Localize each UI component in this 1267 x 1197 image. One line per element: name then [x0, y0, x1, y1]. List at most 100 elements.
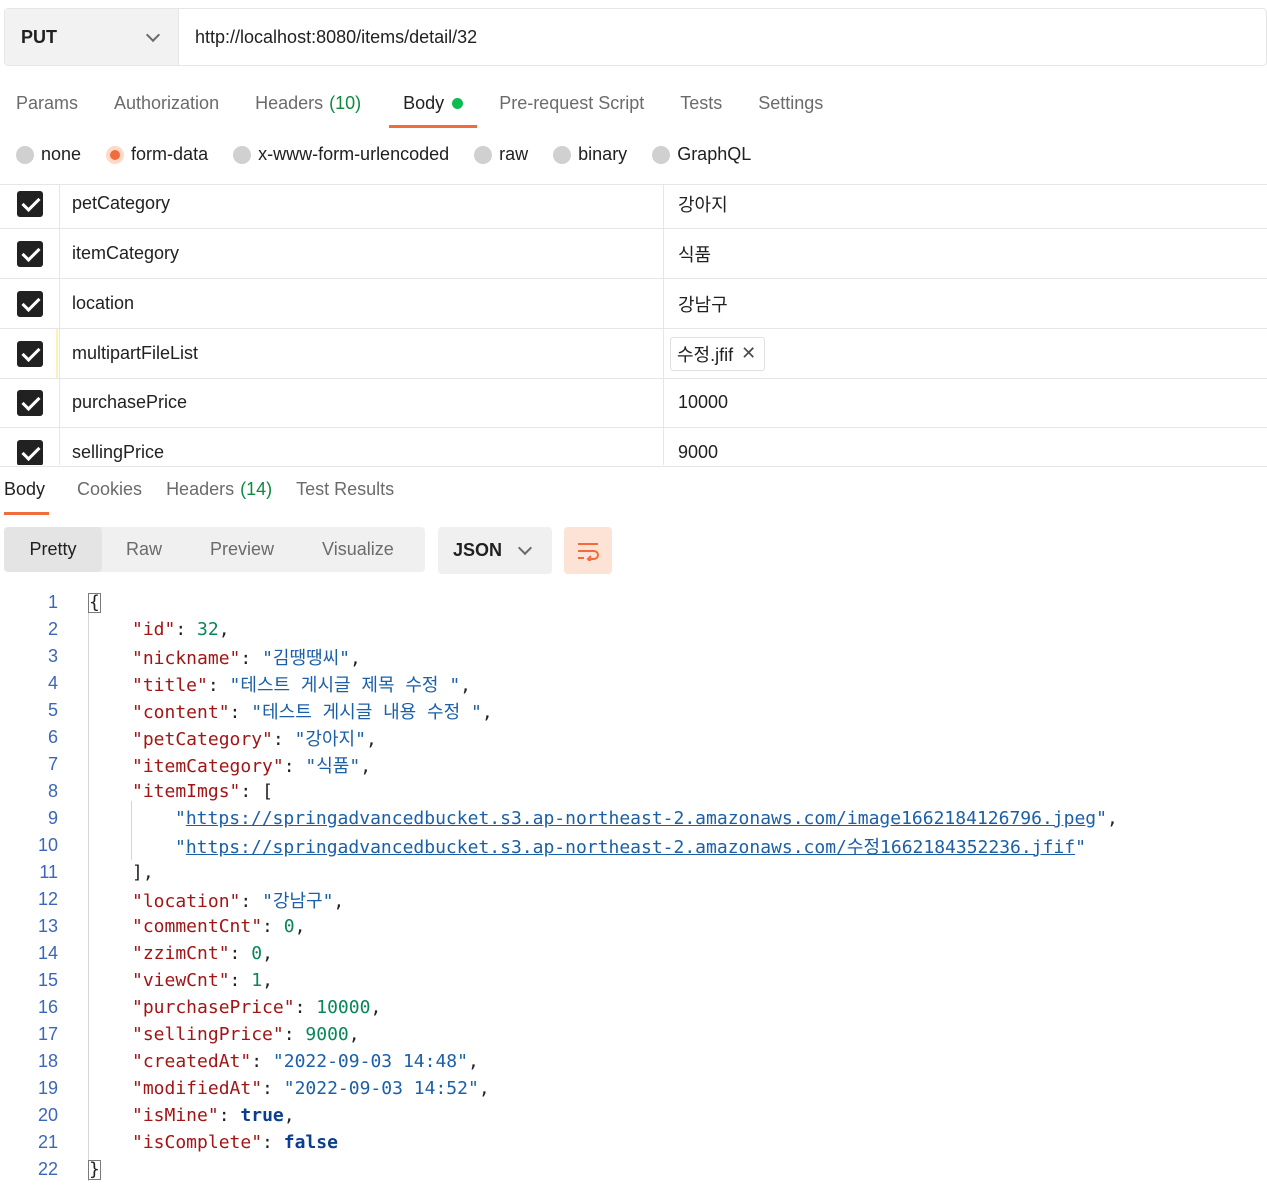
view-pretty[interactable]: Pretty	[4, 527, 102, 572]
view-visualize[interactable]: Visualize	[298, 527, 418, 572]
json-key: "viewCnt"	[132, 970, 230, 991]
line-number: 3	[47, 646, 58, 666]
value-cell: 수정.jfif ✕	[664, 329, 1267, 378]
file-chip[interactable]: 수정.jfif ✕	[670, 336, 766, 371]
code-line: 11],	[0, 859, 153, 886]
row-checkbox[interactable]	[0, 229, 60, 278]
wrap-lines-icon	[578, 542, 599, 561]
table-row: sellingPrice 9000	[0, 428, 1267, 465]
chevron-down-icon	[517, 540, 533, 556]
code-line: 5 "content": "테스트 게시글 내용 수정 ",	[0, 697, 493, 724]
line-number: 18	[37, 1051, 58, 1071]
json-brace: }	[88, 1159, 101, 1180]
table-row: multipartFileList 수정.jfif ✕	[0, 329, 1267, 379]
tab-tests[interactable]: Tests	[664, 84, 738, 122]
radio-x-www-form-urlencoded[interactable]: x-www-form-urlencoded	[233, 144, 449, 165]
radio-graphql[interactable]: GraphQL	[652, 144, 751, 165]
line-number: 21	[37, 1132, 58, 1152]
row-checkbox[interactable]	[0, 329, 60, 378]
json-key: "purchasePrice"	[132, 997, 295, 1018]
code-line: 6 "petCategory": "강아지",	[0, 724, 377, 751]
tab-authorization[interactable]: Authorization	[98, 84, 235, 122]
tab-label: Test Results	[296, 478, 395, 499]
line-number: 15	[37, 970, 58, 990]
tab-cookies[interactable]: Cookies	[65, 467, 154, 511]
radio-label: binary	[578, 144, 628, 164]
url-input[interactable]: http://localhost:8080/items/detail/32	[179, 9, 477, 65]
close-icon[interactable]: ✕	[741, 343, 756, 364]
line-number: 17	[37, 1024, 58, 1044]
row-checkbox[interactable]	[0, 279, 60, 328]
radio-label: raw	[499, 144, 529, 164]
key-cell[interactable]: sellingPrice	[60, 428, 664, 465]
value-cell[interactable]: 강아지	[664, 185, 1267, 228]
json-key: "modifiedAt"	[132, 1078, 263, 1099]
key-cell[interactable]: location	[60, 279, 664, 328]
json-key: "isComplete"	[132, 1132, 263, 1153]
table-row: itemCategory 식품	[0, 229, 1267, 279]
key-cell[interactable]: petCategory	[60, 185, 664, 228]
json-key: "location"	[132, 890, 241, 912]
json-string: "김땡땡씨"	[262, 647, 350, 669]
radio-label: none	[41, 144, 82, 164]
code-line: 21 "isComplete": false	[0, 1129, 338, 1156]
method-label: PUT	[21, 26, 57, 47]
image-url-link[interactable]: https://springadvancedbucket.s3.ap-north…	[186, 837, 1075, 858]
tab-response-body[interactable]: Body	[0, 467, 57, 515]
view-raw[interactable]: Raw	[102, 527, 186, 572]
value-cell[interactable]: 9000	[664, 428, 1267, 465]
radio-icon	[474, 145, 493, 164]
code-line: 10 "https://springadvancedbucket.s3.ap-no…	[0, 832, 1086, 859]
language-select[interactable]: JSON	[438, 527, 552, 574]
code-line: 4 "title": "테스트 게시글 제목 수정 ",	[0, 670, 471, 697]
line-number: 11	[39, 862, 58, 882]
view-preview[interactable]: Preview	[186, 527, 298, 572]
body-status-dot-icon	[452, 97, 464, 109]
row-checkbox[interactable]	[0, 428, 60, 465]
line-number: 19	[37, 1078, 58, 1098]
image-url-link[interactable]: https://springadvancedbucket.s3.ap-north…	[186, 808, 1096, 829]
tab-label: Body	[4, 478, 46, 499]
line-number: 5	[47, 700, 58, 720]
value-cell[interactable]: 10000	[664, 378, 1267, 427]
value-cell[interactable]: 식품	[664, 229, 1267, 278]
line-number: 10	[37, 835, 58, 855]
json-key: "createdAt"	[132, 1051, 252, 1072]
json-key: "sellingPrice"	[132, 1024, 284, 1045]
wrap-lines-button[interactable]	[564, 527, 612, 574]
tab-params[interactable]: Params	[0, 84, 94, 122]
json-key: "content"	[132, 701, 230, 723]
radio-binary[interactable]: binary	[553, 144, 627, 165]
json-string: "테스트 게시글 제목 수정 "	[229, 674, 461, 696]
value-cell[interactable]: 강남구	[664, 279, 1267, 328]
key-cell[interactable]: purchasePrice	[60, 378, 664, 427]
body-type-radio-group: none form-data x-www-form-urlencoded raw…	[16, 144, 776, 165]
json-key: "commentCnt"	[132, 916, 263, 937]
code-line: 20 "isMine": true,	[0, 1102, 295, 1129]
radio-form-data[interactable]: form-data	[106, 144, 208, 165]
key-cell[interactable]: multipartFileList	[60, 329, 664, 378]
json-key: "itemCategory"	[132, 755, 284, 777]
json-key: "isMine"	[132, 1105, 219, 1126]
method-select[interactable]: PUT	[5, 9, 179, 65]
json-number: 0	[251, 943, 263, 964]
json-number: 0	[283, 916, 295, 937]
tab-test-results[interactable]: Test Results	[284, 467, 406, 511]
row-checkbox[interactable]	[0, 378, 60, 427]
json-string: "강남구"	[262, 890, 334, 912]
response-body-editor[interactable]: 1{ 2 "id": 32, 3 "nickname": "김땡땡씨", 4 "tit…	[0, 589, 1267, 1197]
radio-none[interactable]: none	[16, 144, 81, 165]
line-number: 13	[37, 916, 58, 936]
row-checkbox[interactable]	[0, 185, 60, 228]
key-cell[interactable]: itemCategory	[60, 229, 664, 278]
code-line: 8 "itemImgs": [	[0, 778, 273, 805]
tab-response-headers[interactable]: Headers (14)	[154, 467, 284, 511]
radio-raw[interactable]: raw	[474, 144, 528, 165]
tab-headers[interactable]: Headers (10)	[239, 84, 377, 122]
code-line: 7 "itemCategory": "식품",	[0, 751, 371, 778]
tab-settings[interactable]: Settings	[742, 84, 839, 122]
tab-body[interactable]: Body	[387, 84, 479, 128]
tab-pre-request-script[interactable]: Pre-request Script	[483, 84, 660, 122]
line-number: 2	[47, 619, 58, 639]
headers-count-badge: (10)	[329, 92, 362, 113]
